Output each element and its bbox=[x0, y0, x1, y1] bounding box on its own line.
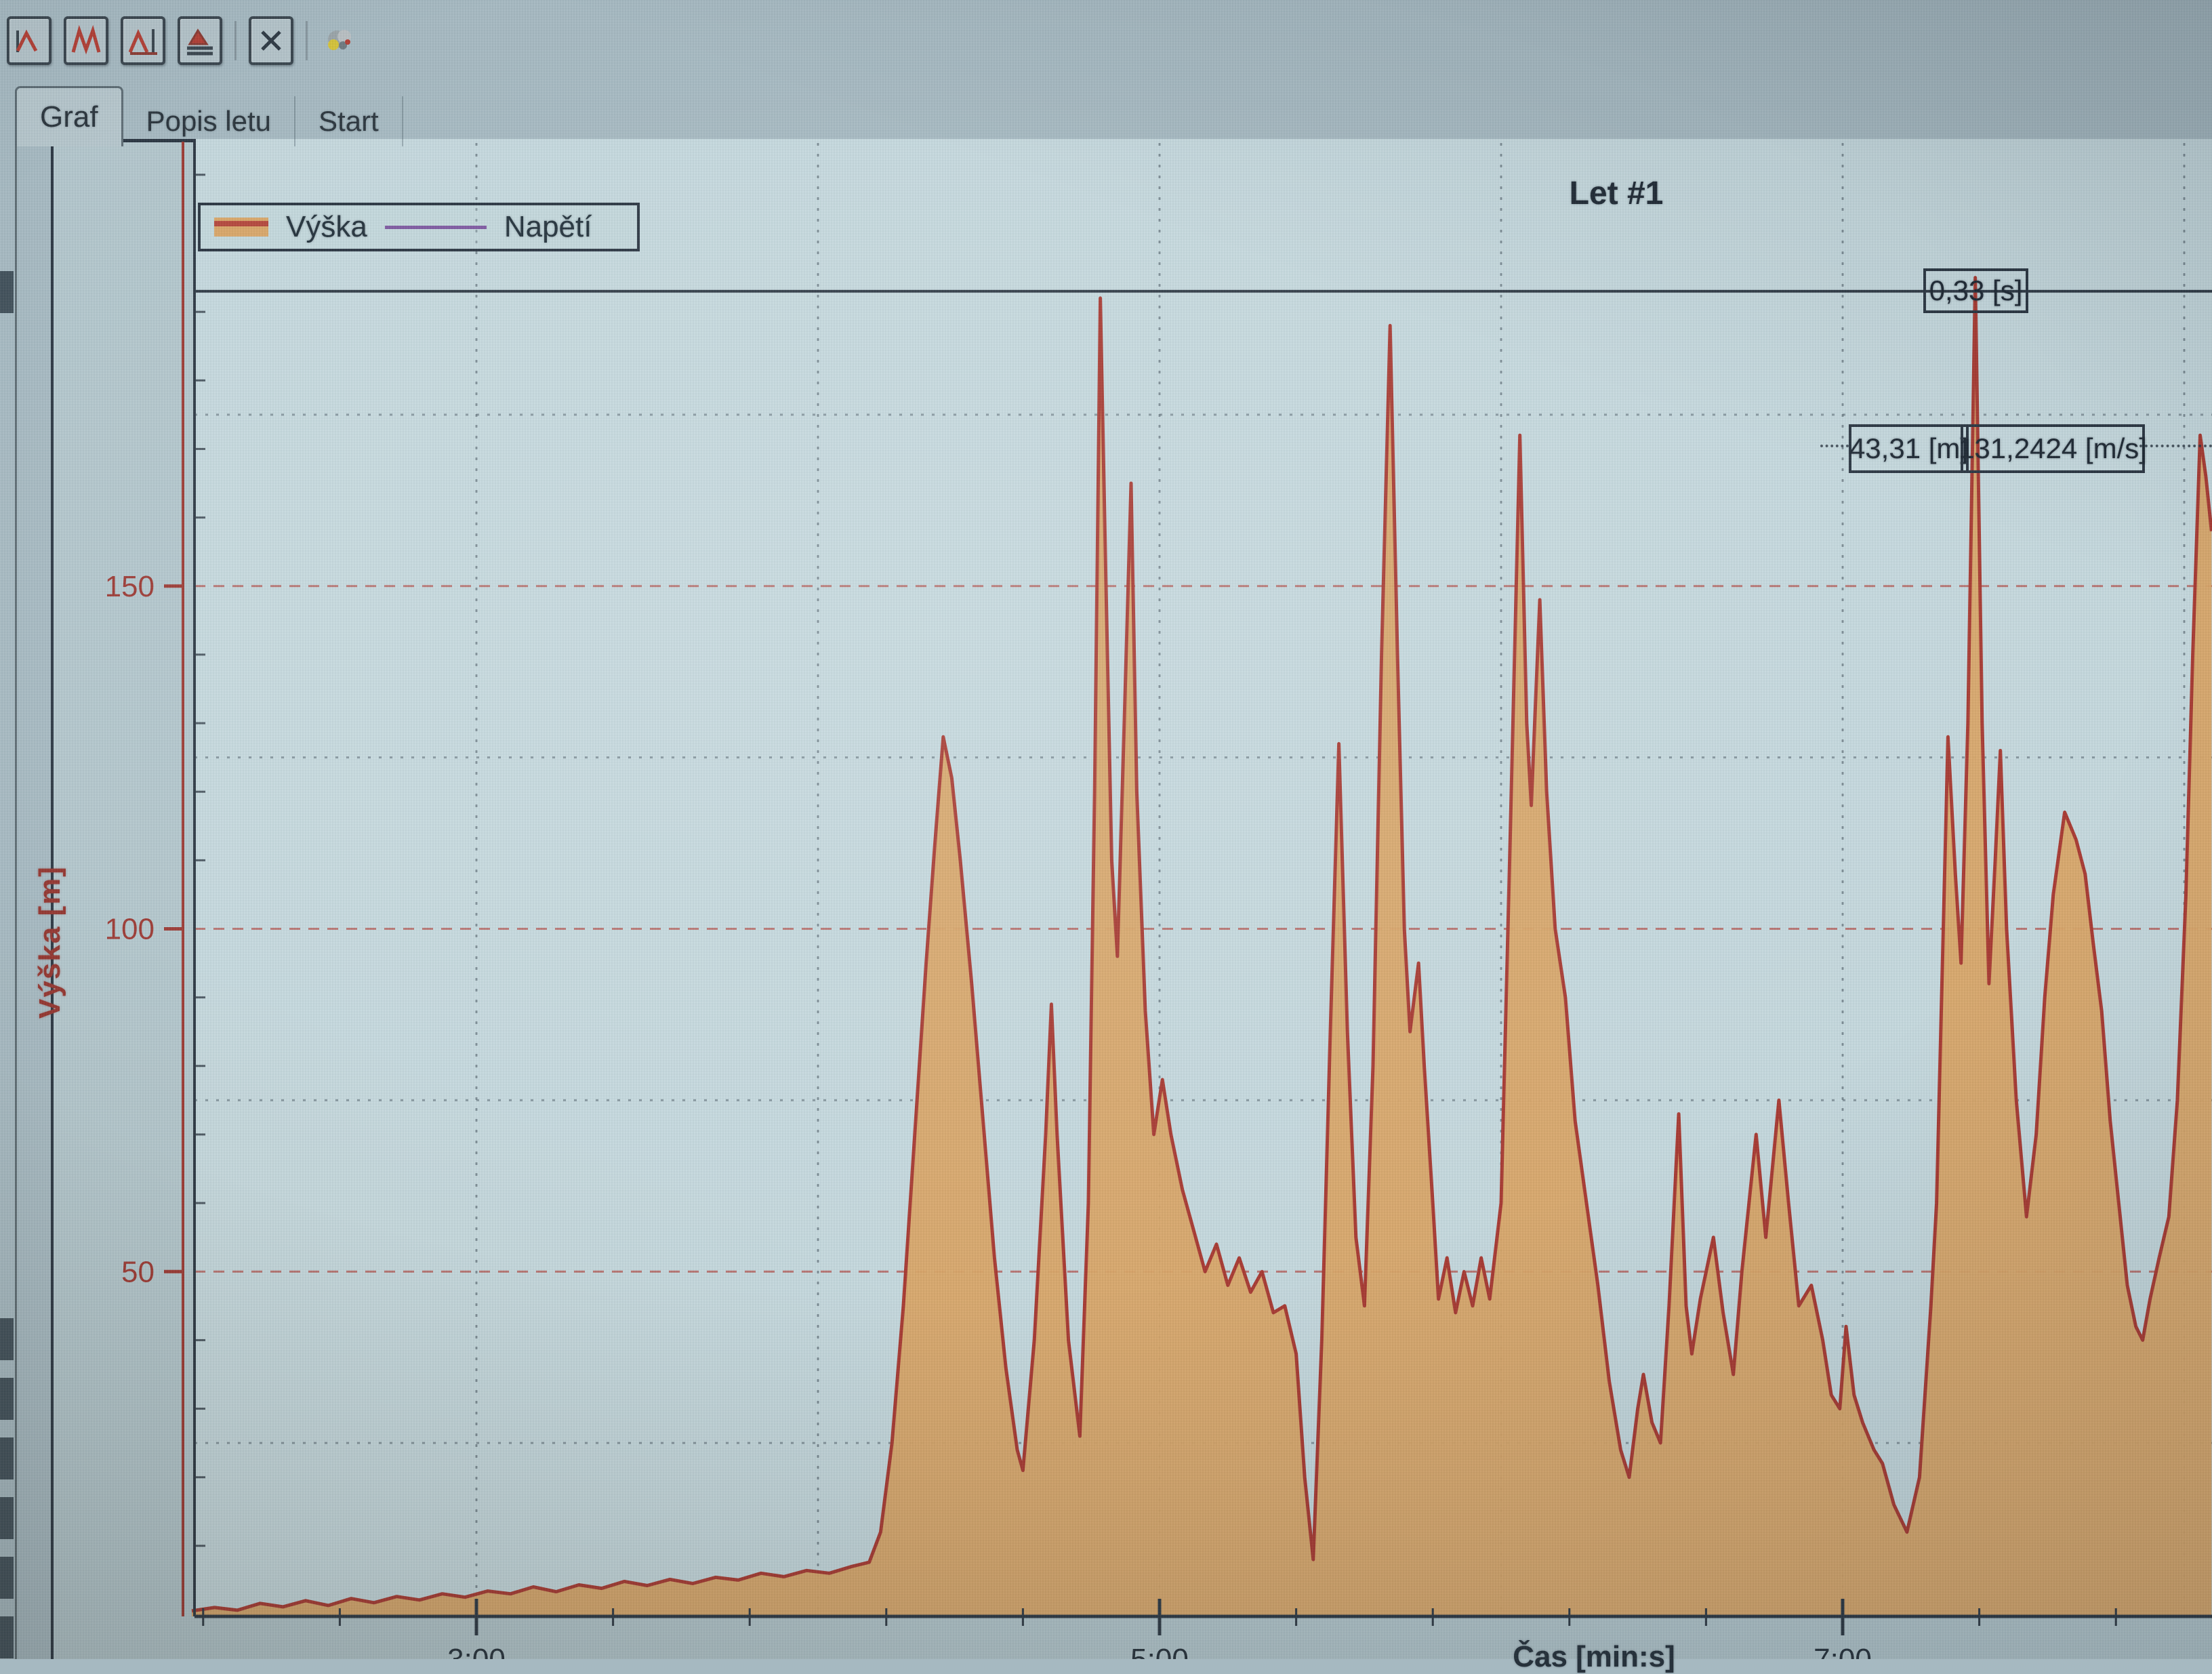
cursor-leader-line bbox=[1820, 445, 1849, 447]
y-tick-label: 50 bbox=[121, 1255, 155, 1288]
zoom-x-icon bbox=[127, 25, 159, 56]
toolbar-separator bbox=[234, 21, 237, 60]
chart-title: Let #1 bbox=[1570, 175, 1664, 212]
cursor-leader-line bbox=[2139, 445, 2212, 447]
y-tick-label: 100 bbox=[105, 913, 155, 946]
zoom-y-button[interactable] bbox=[178, 16, 222, 65]
cursor-altitude-box[interactable]: 43,31 [m] bbox=[1849, 424, 1969, 473]
palette-button[interactable] bbox=[320, 19, 359, 62]
zoom-extents-icon bbox=[14, 25, 45, 56]
zoom-y-icon bbox=[184, 25, 216, 56]
palette-icon bbox=[322, 23, 357, 58]
tab-graf[interactable]: Graf bbox=[15, 86, 123, 146]
cursor-time-box[interactable]: 0,33 [s] bbox=[1923, 268, 2028, 313]
cursor-speed-box[interactable]: 131,2424 [m/s] bbox=[1961, 424, 2145, 473]
y-tick-label: 150 bbox=[105, 570, 155, 603]
close-icon bbox=[255, 25, 287, 56]
chart-legend: Výška Napětí bbox=[198, 203, 640, 251]
zoom-in-curve-button[interactable] bbox=[64, 16, 108, 65]
voltage-series-swatch[interactable] bbox=[385, 226, 487, 229]
x-tick-label: 5:00 bbox=[1130, 1643, 1189, 1659]
zoom-x-button[interactable] bbox=[121, 16, 165, 65]
screen-photo: { "app": { "tabs": [ {"label": "Graf", "… bbox=[0, 0, 2212, 1659]
tab-start[interactable]: Start bbox=[295, 96, 403, 146]
zoom-in-curve-icon bbox=[70, 25, 102, 56]
y-axis-label: Výška [m] bbox=[33, 865, 67, 1019]
toolbar bbox=[7, 16, 359, 65]
tab-bar: Graf Popis letu Start bbox=[15, 88, 403, 146]
x-tick-label: 3:00 bbox=[447, 1643, 506, 1659]
zoom-extents-button[interactable] bbox=[7, 16, 52, 65]
x-axis-label: Čas [min:s] bbox=[1513, 1640, 1675, 1674]
x-tick-label: 7:00 bbox=[1814, 1643, 1872, 1659]
close-graph-button[interactable] bbox=[249, 16, 293, 65]
legend-label-voltage[interactable]: Napětí bbox=[504, 210, 592, 244]
altitude-series-swatch[interactable] bbox=[214, 218, 268, 237]
tab-popis-letu[interactable]: Popis letu bbox=[123, 96, 295, 146]
legend-label-altitude[interactable]: Výška bbox=[286, 210, 367, 244]
toolbar-separator bbox=[306, 21, 308, 60]
